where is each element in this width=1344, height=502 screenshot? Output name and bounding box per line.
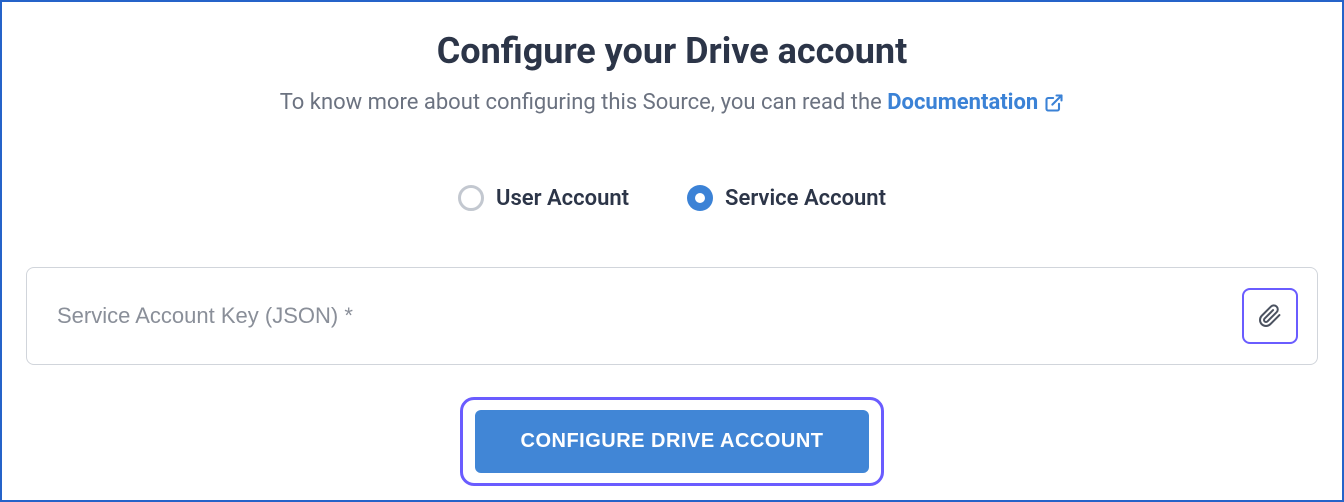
configure-drive-account-button[interactable]: CONFIGURE DRIVE ACCOUNT [475, 410, 870, 473]
service-account-key-input[interactable] [26, 267, 1318, 365]
radio-user-account[interactable]: User Account [458, 185, 629, 211]
radio-service-account[interactable]: Service Account [687, 185, 886, 211]
subtitle-text: To know more about configuring this Sour… [280, 90, 888, 115]
configure-panel: Configure your Drive account To know mor… [0, 0, 1344, 502]
external-link-icon [1044, 93, 1064, 113]
attach-file-button[interactable] [1242, 288, 1298, 344]
radio-circle-icon [458, 185, 484, 211]
radio-user-account-label: User Account [496, 186, 629, 211]
subtitle: To know more about configuring this Sour… [280, 90, 1065, 115]
page-title: Configure your Drive account [437, 30, 908, 72]
radio-service-account-label: Service Account [725, 186, 886, 211]
documentation-link-label: Documentation [887, 90, 1038, 115]
account-type-radio-group: User Account Service Account [458, 185, 886, 211]
radio-circle-selected-icon [687, 185, 713, 211]
documentation-link[interactable]: Documentation [887, 90, 1064, 115]
radio-dot-icon [695, 193, 705, 203]
submit-highlight-frame: CONFIGURE DRIVE ACCOUNT [460, 397, 885, 486]
paperclip-icon [1258, 302, 1282, 330]
service-account-key-field-wrapper [26, 267, 1318, 365]
